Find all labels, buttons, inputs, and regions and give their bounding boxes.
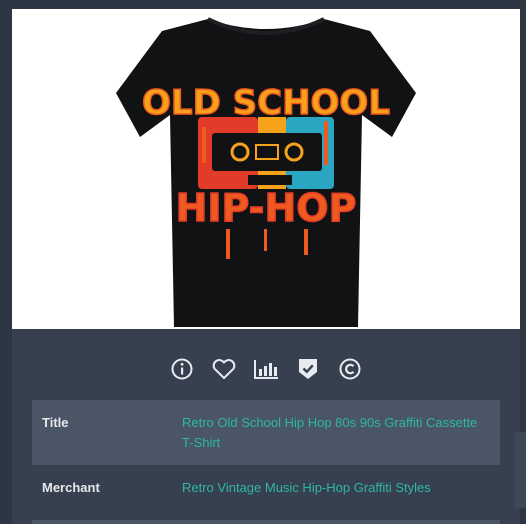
detail-row-title: Title Retro Old School Hip Hop 80s 90s G… bbox=[32, 400, 500, 465]
shirt-text-top: OLD SCHOOL bbox=[142, 83, 390, 123]
copyright-icon bbox=[339, 358, 361, 380]
detail-row-merchant: Merchant Retro Vintage Music Hip-Hop Gra… bbox=[32, 465, 500, 510]
top-bar bbox=[0, 0, 526, 9]
tshirt-graphic: OLD SCHOOL HIP-HOP bbox=[116, 17, 416, 327]
detail-value-link[interactable]: Retro Old School Hip Hop 80s 90s Graffit… bbox=[182, 413, 490, 453]
detail-label: Title bbox=[42, 415, 69, 430]
shield-check-icon bbox=[299, 359, 317, 379]
merchant-link[interactable]: Retro Vintage Music Hip-Hop Graffiti Sty… bbox=[182, 480, 431, 495]
stats-button[interactable] bbox=[252, 355, 280, 383]
copyright-button[interactable] bbox=[336, 355, 364, 383]
favorite-button[interactable] bbox=[210, 355, 238, 383]
heart-icon bbox=[212, 359, 236, 379]
cassette-graphic bbox=[198, 117, 334, 189]
verify-button[interactable] bbox=[294, 355, 322, 383]
row-divider bbox=[32, 520, 500, 524]
bar-chart-icon bbox=[254, 360, 278, 379]
info-icon bbox=[171, 358, 193, 380]
detail-value-link[interactable]: Retro Vintage Music Hip-Hop Graffiti Sty… bbox=[182, 478, 490, 498]
product-details-table: Title Retro Old School Hip Hop 80s 90s G… bbox=[32, 400, 500, 510]
info-button[interactable] bbox=[168, 355, 196, 383]
shirt-text-bottom: HIP-HOP bbox=[176, 186, 357, 230]
detail-label: Merchant bbox=[42, 480, 100, 495]
product-image[interactable]: OLD SCHOOL HIP-HOP bbox=[12, 9, 520, 329]
action-icon-bar bbox=[12, 353, 520, 385]
scrollbar[interactable] bbox=[514, 432, 526, 508]
title-link[interactable]: Retro Old School Hip Hop 80s 90s Graffit… bbox=[182, 415, 477, 450]
